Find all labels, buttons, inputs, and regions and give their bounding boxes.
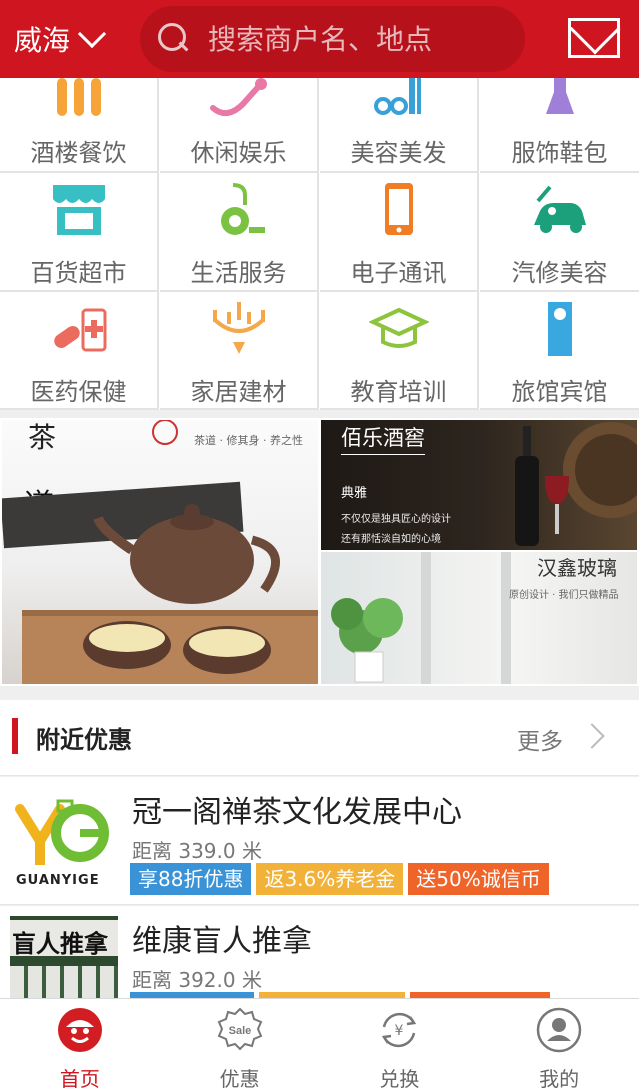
microphone-icon [209,78,267,117]
category-medicine[interactable]: 医药保健 [0,292,159,410]
scissors-comb-icon [373,78,421,115]
category-grid: 酒楼餐饮 休闲娱乐 美容美发 服饰鞋包 百货超市 生活服务 电子通讯 汽修美容 … [0,78,639,410]
glass-title: 汉鑫玻璃 [537,556,617,580]
list-item[interactable]: GUANYIGE 冠一阁禅茶文化发展中心 距离 339.0 米 享88折优惠 返… [0,777,639,905]
merchant-name: 维康盲人推拿 [132,924,312,959]
home-face-icon [57,1008,102,1052]
tab-label: 兑换 [379,1067,420,1091]
category-label: 医药保健 [30,378,127,406]
category-label: 电子通讯 [350,259,447,287]
tab-mine[interactable]: 我的 [479,999,639,1091]
glass-subtitle: 原创设计 · 我们只做精品 [509,590,619,601]
category-education[interactable]: 教育培训 [320,292,479,410]
vacuum-cleaner-icon [220,183,265,235]
tab-offers[interactable]: Sale 优惠 [160,999,320,1091]
merchant-name: 冠一阁禅茶文化发展中心 [132,795,462,830]
merchant-logo: GUANYIGE [10,787,118,895]
sale-badge-icon: Sale [217,1007,262,1051]
tab-label: 首页 [59,1067,100,1091]
graduation-cap-icon [368,307,429,348]
wine-line-2: 还有那恬淡自如的心境 [341,534,441,545]
top-bar: 威海 [0,0,639,78]
banner-calligraphy: 茶 [28,421,57,454]
tableware-icon [56,78,101,116]
wine-subtitle: 典雅 [341,486,368,501]
category-life-service[interactable]: 生活服务 [160,173,319,292]
tab-exchange[interactable]: ¥ 兑换 [320,999,480,1091]
dress-icon [545,78,574,114]
category-label: 汽修美容 [511,259,608,287]
category-label: 服饰鞋包 [511,139,608,167]
merchant-distance: 距离 339.0 米 [132,839,262,863]
category-beauty[interactable]: 美容美发 [320,78,479,173]
store-icon [52,185,105,235]
bottom-nav: 首页 Sale 优惠 ¥ 兑换 我的 [0,998,639,1091]
chevron-right-icon[interactable] [579,723,605,749]
category-dining[interactable]: 酒楼餐饮 [0,78,159,173]
seal-icon [152,420,178,445]
category-label: 旅馆宾馆 [511,378,608,406]
wine-bottle-illustration [515,422,637,546]
mail-icon[interactable] [568,18,620,58]
coin-badge: 送50%诚信币 [408,863,549,895]
merchant-tags: 享88折优惠 返3.6%养老金 送50%诚信币 [130,863,554,895]
category-label: 酒楼餐饮 [30,139,127,167]
merchant-distance: 距离 392.0 米 [132,968,262,992]
category-entertainment[interactable]: 休闲娱乐 [160,78,319,173]
search-bar[interactable] [140,6,525,72]
category-electronics[interactable]: 电子通讯 [320,173,479,292]
city-selector[interactable]: 威海 [14,19,107,59]
more-link[interactable]: 更多 [517,722,563,756]
category-label: 教育培训 [350,378,447,406]
banner-tea[interactable]: 茶 茶道 · 修其身 · 养之性 道 [2,420,318,684]
city-label: 威海 [14,24,71,57]
sale-badge-text: Sale [228,1025,251,1037]
door-hanger-icon [547,302,572,356]
wine-line-1: 不仅仅是独具匠心的设计 [341,514,451,525]
category-label: 家居建材 [190,378,287,406]
pension-badge: 返3.6%养老金 [256,863,404,895]
medicine-icon [53,308,106,352]
teapot-illustration [2,481,318,684]
nearby-section-header: 附近优惠 更多 [0,700,639,776]
tab-label: 我的 [539,1067,580,1091]
app-screen: 威海 酒楼餐饮 休闲娱乐 [0,0,639,1091]
category-label: 百货超市 [30,259,127,287]
category-car-service[interactable]: 汽修美容 [480,173,639,292]
yen-symbol: ¥ [395,1023,404,1039]
tab-home[interactable]: 首页 [0,999,160,1091]
section-title: 附近优惠 [36,726,132,754]
category-supermarket[interactable]: 百货超市 [0,173,159,292]
category-hotel[interactable]: 旅馆宾馆 [480,292,639,410]
tab-label: 优惠 [219,1067,260,1091]
banner-wine[interactable]: 佰乐酒窖 典雅 不仅仅是独具匠心的设计 还有那恬淡自如的心境 [321,420,637,550]
category-label: 休闲娱乐 [190,139,287,167]
category-home-building[interactable]: 家居建材 [160,292,319,410]
search-icon [158,23,190,55]
promo-banner: 茶 茶道 · 修其身 · 养之性 道 佰乐酒窖 [0,418,639,686]
section-accent-bar [12,718,18,754]
phone-icon [384,183,413,235]
banner-tagline: 茶道 · 修其身 · 养之性 [194,434,303,447]
search-input[interactable] [208,22,508,56]
car-wash-icon [533,185,586,233]
banner-glass[interactable]: 汉鑫玻璃 原创设计 · 我们只做精品 [321,552,637,684]
chevron-down-icon [77,19,107,49]
category-label: 生活服务 [190,259,287,287]
merchant-sign-text: 盲人推拿 [12,930,108,958]
wine-title: 佰乐酒窖 [341,422,425,455]
category-label: 美容美发 [350,139,447,167]
discount-badge: 享88折优惠 [130,863,252,895]
merchant-logo-text: GUANYIGE [16,873,100,888]
chandelier-icon [212,302,265,354]
user-icon [536,1007,582,1053]
exchange-icon: ¥ [382,1012,417,1048]
category-fashion[interactable]: 服饰鞋包 [480,78,639,173]
